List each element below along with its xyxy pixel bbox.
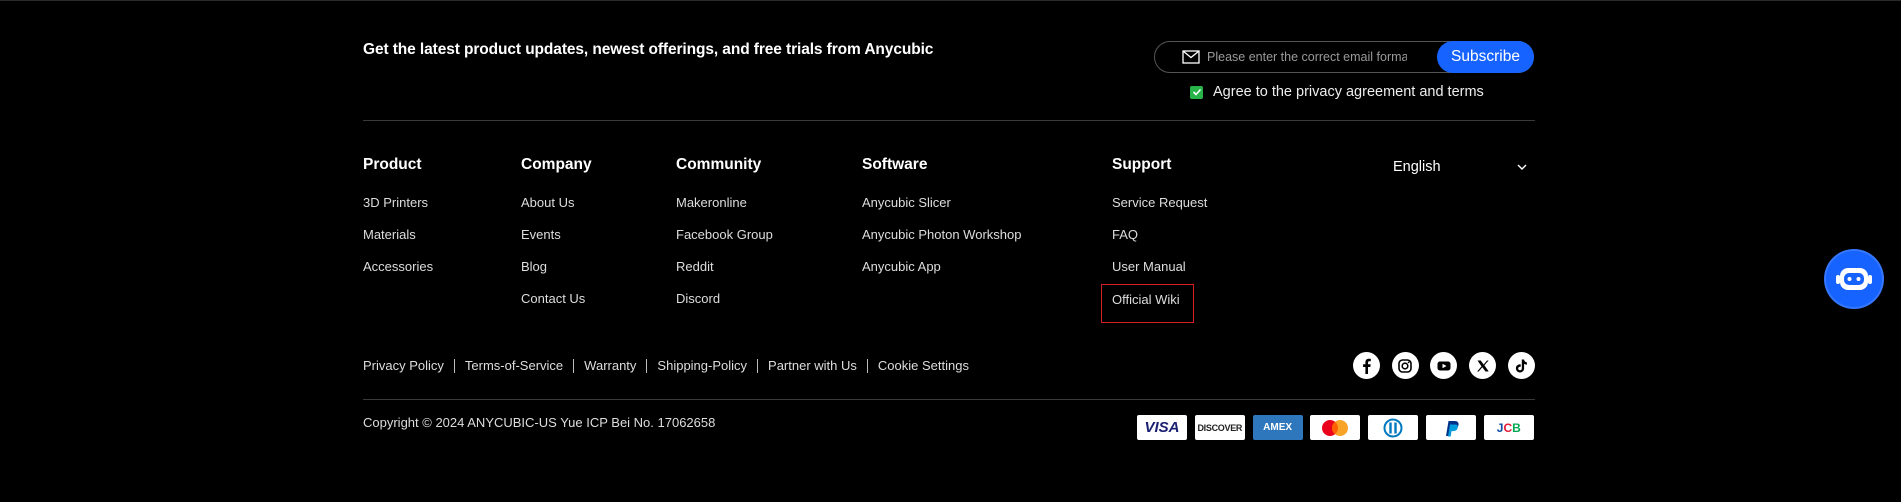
link-about-us[interactable]: About Us bbox=[521, 195, 592, 211]
column-title-company: Company bbox=[521, 156, 592, 173]
link-warranty[interactable]: Warranty bbox=[584, 358, 636, 373]
mail-icon bbox=[1182, 50, 1200, 64]
separator bbox=[866, 358, 868, 373]
link-photon-workshop[interactable]: Anycubic Photon Workshop bbox=[862, 227, 1021, 243]
youtube-icon[interactable] bbox=[1430, 352, 1458, 379]
chevron-down-icon bbox=[1517, 164, 1527, 170]
section-divider bbox=[363, 120, 1535, 121]
diners-club-icon bbox=[1368, 415, 1419, 440]
agree-label: Agree to the privacy agreement and terms bbox=[1213, 84, 1484, 100]
discover-icon: DISCOVER bbox=[1194, 415, 1245, 440]
link-reddit[interactable]: Reddit bbox=[676, 259, 773, 275]
subscribe-form: Subscribe bbox=[1154, 41, 1534, 73]
link-materials[interactable]: Materials bbox=[363, 227, 433, 243]
separator bbox=[573, 358, 575, 373]
x-icon[interactable] bbox=[1469, 352, 1497, 379]
column-support: Support Service Request FAQ User Manual … bbox=[1101, 155, 1207, 324]
jcb-b: B bbox=[1512, 420, 1521, 435]
link-partner-with-us[interactable]: Partner with Us bbox=[768, 358, 857, 373]
link-anycubic-app[interactable]: Anycubic App bbox=[862, 259, 1021, 275]
robot-icon bbox=[1836, 268, 1872, 290]
link-privacy-policy[interactable]: Privacy Policy bbox=[363, 358, 444, 373]
amex-icon: AMEX bbox=[1252, 415, 1303, 440]
link-contact-us[interactable]: Contact Us bbox=[521, 291, 592, 307]
link-3d-printers[interactable]: 3D Printers bbox=[363, 195, 433, 211]
payment-methods: VISA DISCOVER AMEX JCB bbox=[1137, 415, 1542, 440]
paypal-icon bbox=[1425, 415, 1476, 440]
link-discord[interactable]: Discord bbox=[676, 291, 773, 307]
agree-checkbox[interactable] bbox=[1190, 85, 1203, 99]
link-terms-of-service[interactable]: Terms-of-Service bbox=[465, 358, 563, 373]
language-select[interactable]: English bbox=[1393, 156, 1528, 178]
column-software: Software Anycubic Slicer Anycubic Photon… bbox=[862, 155, 1021, 291]
link-makeronline[interactable]: Makeronline bbox=[676, 195, 773, 211]
social-links bbox=[1353, 352, 1546, 379]
column-title-software: Software bbox=[862, 156, 928, 173]
language-label: English bbox=[1393, 159, 1441, 175]
link-user-manual[interactable]: User Manual bbox=[1112, 259, 1207, 275]
link-blog[interactable]: Blog bbox=[521, 259, 592, 275]
email-input[interactable] bbox=[1207, 43, 1407, 71]
column-title-community: Community bbox=[676, 156, 762, 173]
highlight-box bbox=[1101, 284, 1194, 323]
policy-links: Privacy Policy Terms-of-Service Warranty… bbox=[363, 358, 969, 373]
separator bbox=[453, 358, 455, 373]
link-shipping-policy[interactable]: Shipping-Policy bbox=[657, 358, 747, 373]
check-icon bbox=[1192, 88, 1201, 96]
chatbot-button[interactable] bbox=[1824, 249, 1884, 309]
mastercard-icon bbox=[1310, 415, 1361, 440]
link-facebook-group[interactable]: Facebook Group bbox=[676, 227, 773, 243]
official-wiki-highlight: Official Wiki bbox=[1101, 284, 1194, 324]
link-service-request[interactable]: Service Request bbox=[1112, 195, 1207, 211]
separator bbox=[646, 358, 648, 373]
newsletter-title: Get the latest product updates, newest o… bbox=[363, 41, 934, 58]
visa-icon: VISA bbox=[1137, 415, 1187, 440]
column-title-product: Product bbox=[363, 156, 422, 173]
copyright-text: Copyright © 2024 ANYCUBIC-US Yue ICP Bei… bbox=[363, 415, 716, 430]
column-company: Company About Us Events Blog Contact Us bbox=[521, 155, 592, 323]
top-divider bbox=[0, 0, 1901, 1]
tiktok-icon[interactable] bbox=[1507, 352, 1535, 379]
instagram-icon[interactable] bbox=[1391, 352, 1419, 379]
bottom-divider bbox=[363, 399, 1535, 400]
jcb-j: J bbox=[1496, 420, 1504, 435]
privacy-agreement: Agree to the privacy agreement and terms bbox=[1190, 84, 1484, 100]
column-community: Community Makeronline Facebook Group Red… bbox=[676, 155, 773, 323]
jcb-icon: JCB bbox=[1483, 415, 1534, 440]
link-anycubic-slicer[interactable]: Anycubic Slicer bbox=[862, 195, 1021, 211]
facebook-icon[interactable] bbox=[1353, 352, 1380, 379]
column-title-support: Support bbox=[1112, 156, 1172, 173]
column-product: Product 3D Printers Materials Accessorie… bbox=[363, 155, 433, 291]
subscribe-button[interactable]: Subscribe bbox=[1437, 41, 1534, 73]
jcb-c: C bbox=[1503, 420, 1513, 435]
link-cookie-settings[interactable]: Cookie Settings bbox=[878, 358, 969, 373]
link-events[interactable]: Events bbox=[521, 227, 592, 243]
link-accessories[interactable]: Accessories bbox=[363, 259, 433, 275]
link-faq[interactable]: FAQ bbox=[1112, 227, 1207, 243]
separator bbox=[757, 358, 759, 373]
